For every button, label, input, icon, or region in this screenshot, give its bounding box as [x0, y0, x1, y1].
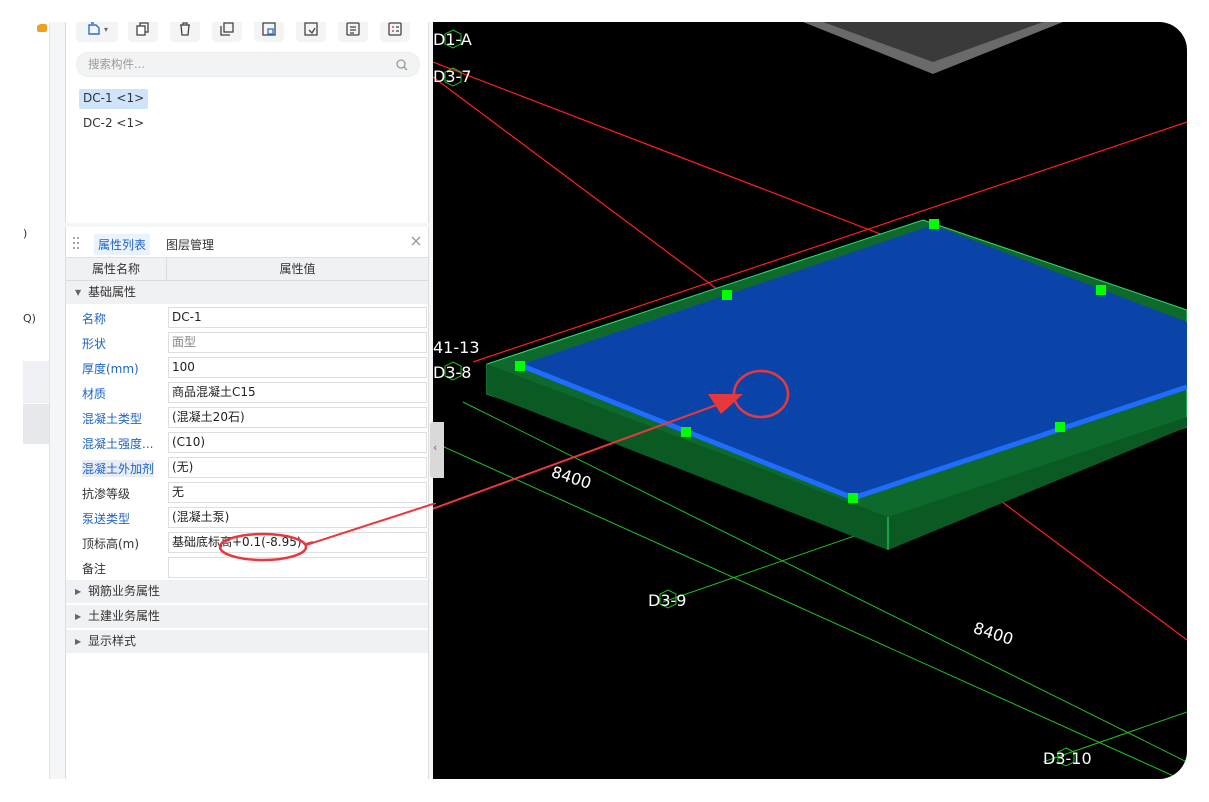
- axis-label-d1-a: D1-A: [433, 30, 472, 49]
- checklist-icon: [388, 22, 402, 36]
- property-label: 形状: [82, 337, 107, 351]
- header-property-value: 属性值: [279, 262, 316, 276]
- group-rebar-properties[interactable]: ▶ 钢筋业务属性: [66, 580, 428, 603]
- search-icon[interactable]: [395, 58, 409, 72]
- property-table-header: 属性名称 属性值: [66, 258, 428, 281]
- close-icon[interactable]: [410, 235, 422, 247]
- save-icon: [262, 22, 276, 36]
- grip-point[interactable]: [722, 290, 732, 300]
- axis-label-d3-10: D3-10: [1043, 749, 1092, 768]
- tab-property-list[interactable]: 属性列表: [94, 234, 151, 255]
- search-box: [76, 52, 420, 77]
- checklist-button[interactable]: [380, 22, 410, 42]
- new-component-button[interactable]: ▾: [76, 22, 118, 42]
- search-input[interactable]: [88, 57, 388, 71]
- axis-label-d3-8: D3-8: [433, 363, 472, 382]
- header-property-name: 属性名称: [66, 258, 167, 281]
- property-label: 名称: [82, 312, 107, 326]
- property-value-name[interactable]: DC-1: [168, 307, 427, 328]
- group-civil-properties[interactable]: ▶ 土建业务属性: [66, 605, 428, 628]
- property-row-concrete-type: 混凝土类型 (混凝土20石): [66, 405, 428, 430]
- caret-right-icon: ▶: [75, 612, 82, 621]
- property-value-admixture[interactable]: (无): [168, 457, 427, 478]
- copy-icon: [136, 22, 149, 36]
- panel-icon: [37, 24, 47, 32]
- group-label: 显示样式: [88, 634, 137, 648]
- duplicate-button[interactable]: [212, 22, 242, 42]
- export-button[interactable]: [296, 22, 326, 42]
- list-button[interactable]: [338, 22, 368, 42]
- component-toolbar: ▾: [76, 22, 426, 44]
- left-fragment-2: Q): [23, 312, 36, 325]
- 3d-viewport[interactable]: D1-A D3-7 41-13 D3-8 D3-9 D3-10 8400 840…: [433, 22, 1187, 779]
- delete-icon: [180, 22, 190, 36]
- property-value-seepage-grade[interactable]: 无: [168, 482, 427, 503]
- component-item-dc-1[interactable]: DC-1 <1>: [79, 89, 149, 109]
- app-window: ) Q) ▾ 搜索构件... DC-1 <1> DC-2 <1> 属性列表 图层…: [23, 22, 1187, 779]
- list-icon: [346, 22, 360, 36]
- property-value-material[interactable]: 商品混凝土C15: [168, 382, 427, 403]
- caret-down-icon: ▼: [75, 288, 82, 297]
- model-canvas[interactable]: [433, 22, 1187, 779]
- caret-right-icon: ▶: [75, 587, 82, 596]
- property-tabs: 属性列表 图层管理: [66, 227, 430, 258]
- grip-point[interactable]: [1055, 422, 1065, 432]
- property-label: 混凝土强度...: [82, 437, 154, 451]
- property-value-shape[interactable]: 面型: [168, 332, 427, 353]
- new-component-icon: [88, 22, 100, 35]
- annotation-ellipse: [218, 532, 308, 562]
- property-value-thickness[interactable]: 100: [168, 357, 427, 378]
- delete-button[interactable]: [170, 22, 200, 42]
- export-icon: [304, 22, 318, 36]
- property-row-shape: 形状 面型: [66, 330, 428, 355]
- annotation-overlay: [218, 532, 313, 562]
- caret-right-icon: ▶: [75, 637, 82, 646]
- property-label: 备注: [82, 562, 107, 576]
- property-row-material: 材质 商品混凝土C15: [66, 380, 428, 405]
- property-label: 抗渗等级: [82, 487, 131, 501]
- property-value-concrete-type[interactable]: (混凝土20石): [168, 407, 427, 428]
- axis-label-d3-9: D3-9: [648, 591, 687, 610]
- duplicate-icon: [220, 22, 234, 36]
- property-label: 混凝土外加剂: [82, 460, 155, 477]
- annotation-arrow-connector: [306, 503, 436, 546]
- property-row-seepage-grade: 抗渗等级 无: [66, 480, 428, 505]
- chevron-down-icon[interactable]: ▾: [104, 25, 108, 34]
- property-label: 泵送类型: [82, 512, 131, 526]
- property-value-concrete-strength[interactable]: (C10): [168, 432, 427, 453]
- property-label: 厚度(mm): [82, 362, 139, 376]
- axis-label-41-13: 41-13: [433, 338, 480, 357]
- component-list-panel: ▾ 搜索构件... DC-1 <1> DC-2 <1>: [65, 22, 429, 223]
- property-row-admixture: 混凝土外加剂 (无): [66, 455, 428, 480]
- drag-handle-icon[interactable]: [72, 236, 80, 250]
- group-basic-properties[interactable]: ▼ 基础属性: [66, 281, 428, 304]
- panel-collapse-handle[interactable]: ‹: [430, 422, 444, 478]
- left-item-selected[interactable]: [23, 404, 49, 444]
- property-row-name: 名称 DC-1: [66, 305, 428, 330]
- left-fragment-1: ): [23, 227, 28, 240]
- group-label: 钢筋业务属性: [88, 584, 161, 598]
- grip-point[interactable]: [1096, 285, 1106, 295]
- property-row-concrete-strength: 混凝土强度... (C10): [66, 430, 428, 455]
- group-display-style[interactable]: ▶ 显示样式: [66, 630, 428, 653]
- grip-point[interactable]: [515, 361, 525, 371]
- tab-layer-management[interactable]: 图层管理: [162, 234, 218, 255]
- grip-point[interactable]: [848, 493, 858, 503]
- grip-point[interactable]: [681, 427, 691, 437]
- annotation-arrow: [306, 503, 436, 546]
- left-side-panel: ) Q): [23, 22, 50, 779]
- save-button[interactable]: [254, 22, 284, 42]
- chevron-left-icon: ‹: [433, 441, 438, 454]
- component-item-dc-2[interactable]: DC-2 <1>: [79, 114, 148, 134]
- property-row-thickness: 厚度(mm) 100: [66, 355, 428, 380]
- group-label: 基础属性: [88, 285, 137, 299]
- copy-button[interactable]: [128, 22, 158, 42]
- axis-label-d3-7: D3-7: [433, 67, 472, 86]
- grip-point[interactable]: [929, 219, 939, 229]
- group-label: 土建业务属性: [88, 609, 161, 623]
- left-item-highlight[interactable]: [23, 361, 49, 403]
- property-label: 材质: [82, 387, 107, 401]
- property-label: 顶标高(m): [82, 537, 140, 551]
- property-label: 混凝土类型: [82, 412, 143, 426]
